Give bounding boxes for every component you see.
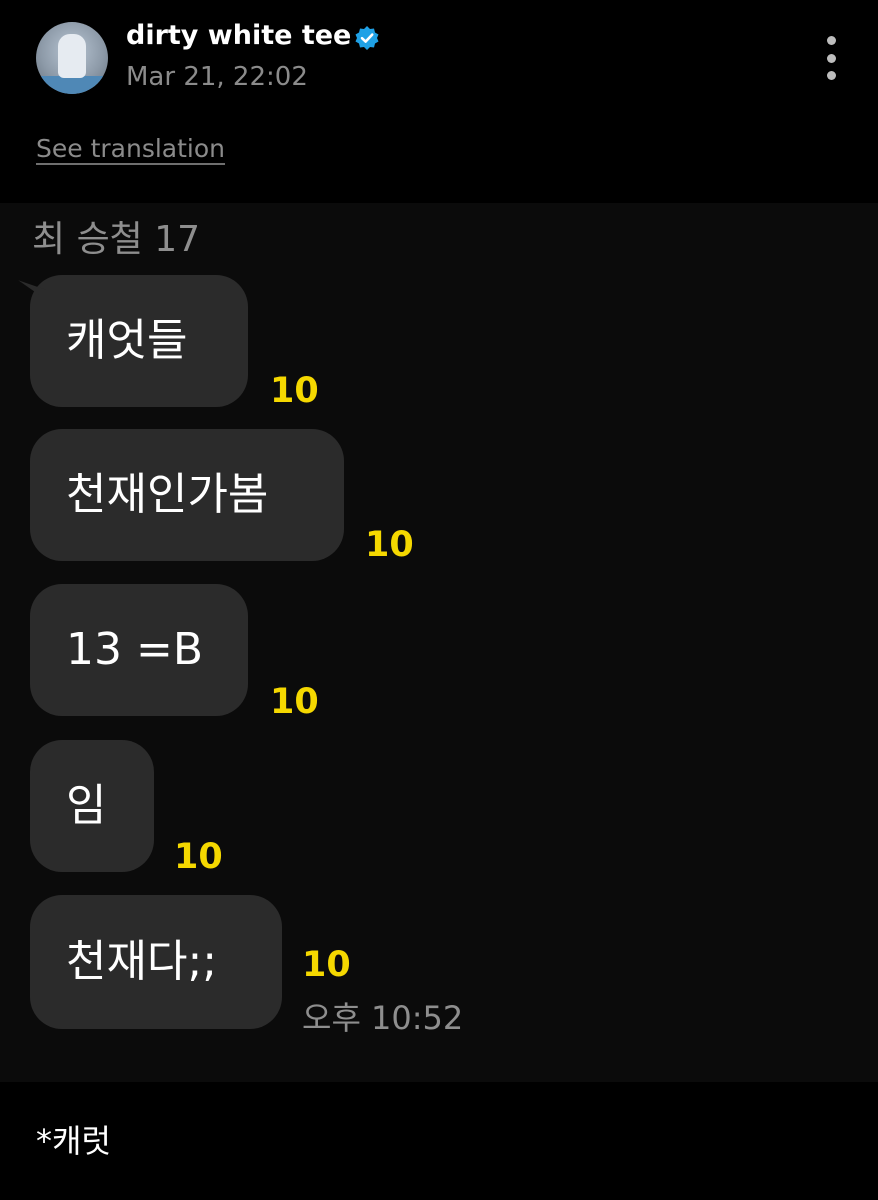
username[interactable]: dirty white tee [126,20,351,51]
message-time: 오후 10:52 [302,999,464,1037]
message-bubble: 13 =B [30,584,248,716]
verified-badge-icon [355,26,379,50]
message-text: 캐엇들 [66,315,188,366]
avatar[interactable] [36,22,108,94]
bubble-tail [18,273,46,297]
see-translation-link[interactable]: See translation [36,134,225,163]
message-bubble: 캐엇들 [18,273,248,407]
more-dot [826,53,836,63]
message-text: 천재인가봄 [66,469,269,520]
message-bubble: 천재인가봄 [30,429,344,561]
message-bubble: 임 [30,740,154,872]
more-options-icon[interactable] [818,36,844,80]
more-dot [826,36,836,45]
more-dot [826,71,836,80]
avatar-figure [58,34,86,78]
message-text: 13 =B [66,624,204,675]
unread-count: 10 [365,525,414,565]
message-text: 임 [66,780,107,831]
chat-screenshot: 최 승철 17 캐엇들 10 천재인가봄 10 13 =B 10 임 10 천재… [0,203,878,1082]
unread-count: 10 [174,837,223,877]
unread-count: 10 [270,682,319,722]
sender-name: 최 승철 17 [32,219,201,260]
message-bubble: 천재다;; [30,895,282,1029]
message-text: 천재다;; [66,936,218,987]
avatar-floor [36,76,108,94]
unread-count: 10 [270,371,319,411]
post-caption: *캐럿 [36,1122,111,1160]
post-timestamp: Mar 21, 22:02 [126,62,308,92]
unread-count: 10 [302,945,351,985]
post-header: dirty white tee Mar 21, 22:02 See transl… [0,0,878,200]
